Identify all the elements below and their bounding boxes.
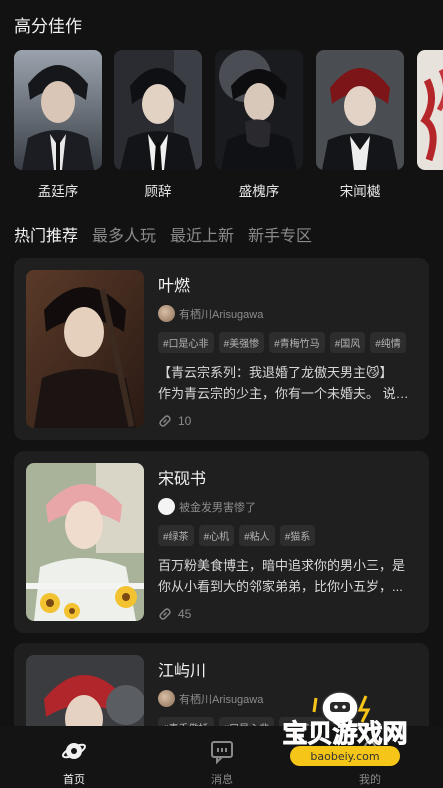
top-pick-card[interactable]: 顾辞 — [114, 50, 202, 200]
story-card[interactable]: 叶燃 有栖川Arisugawa #口是心非 #美强惨 #青梅竹马 #国风 #纯情… — [14, 258, 429, 440]
section-title: 高分佳作 — [14, 17, 82, 36]
top-pick-card[interactable]: 宋闻樾 — [316, 50, 404, 200]
card-author[interactable]: 被金发男害惨了 — [158, 498, 417, 515]
top-pick-name: 顾辞 — [144, 184, 172, 199]
card-description: 百万粉美食博主，暗中追求你的男小三，是 你从小看到大的邻家弟弟，比你小五岁，..… — [158, 555, 417, 597]
top-pick-name: 盛槐序 — [238, 184, 280, 199]
link-icon — [159, 415, 171, 427]
tab-label: 消息 — [211, 774, 233, 786]
tab-beginner[interactable]: 新手专区 — [248, 222, 312, 246]
card-title: 叶燃 — [158, 278, 191, 295]
watermark-main-text: 宝贝游戏网 — [282, 719, 407, 748]
card-cover — [26, 270, 144, 428]
top-pick-card[interactable]: 孟廷序 — [14, 50, 102, 200]
tag: #绿茶 — [158, 525, 194, 546]
description-line: 【青云宗系列：我退婚了龙傲天男主😼】 — [158, 365, 393, 380]
top-picks-carousel[interactable]: 孟廷序 顾辞 盛槐序 宋闻樾 — [14, 50, 443, 202]
tag: #纯情 — [370, 332, 406, 353]
tab-messages[interactable]: 消息 — [192, 738, 252, 787]
link-icon — [159, 608, 171, 620]
top-pick-card[interactable] — [417, 50, 443, 180]
description-line: 百万粉美食博主，暗中追求你的男小三，是 — [158, 558, 406, 573]
author-name: 有栖川Arisugawa — [179, 308, 264, 321]
count-value: 10 — [178, 414, 192, 428]
card-author[interactable]: 有栖川Arisugawa — [158, 305, 417, 322]
play-count: 45 — [158, 607, 417, 621]
count-value: 45 — [178, 607, 192, 621]
author-name: 被金发男害惨了 — [179, 501, 256, 514]
card-title: 江屿川 — [158, 663, 207, 680]
character-portrait — [417, 50, 443, 170]
card-tags: #口是心非 #美强惨 #青梅竹马 #国风 #纯情 — [158, 332, 417, 353]
tab-hot[interactable]: 热门推荐 — [14, 222, 78, 246]
play-count: 10 — [158, 414, 417, 428]
author-avatar — [158, 690, 175, 707]
message-icon — [211, 741, 233, 765]
tag: #青梅竹马 — [269, 332, 325, 353]
tag: #猫系 — [279, 525, 316, 546]
home-planet-icon — [61, 743, 87, 759]
watermark-sub-text: baobeiy.com — [310, 750, 379, 763]
tag: #粘人 — [239, 525, 275, 546]
character-portrait — [114, 50, 202, 170]
tab-label: 我的 — [359, 774, 381, 786]
description-line: 作为青云宗的少主，你有一个未婚夫。 说到... — [158, 386, 417, 401]
author-name: 有栖川Arisugawa — [179, 693, 264, 706]
tag: #美强惨 — [218, 332, 265, 353]
character-portrait — [316, 50, 404, 170]
tag: #口是心非 — [158, 332, 214, 353]
card-description: 【青云宗系列：我退婚了龙傲天男主😼】 作为青云宗的少主，你有一个未婚夫。 说到.… — [158, 362, 417, 404]
author-avatar — [158, 498, 175, 515]
card-cover — [26, 463, 144, 621]
tab-label: 首页 — [63, 774, 85, 786]
card-title: 宋砚书 — [158, 471, 207, 488]
top-pick-name: 宋闻樾 — [339, 184, 381, 199]
character-portrait — [14, 50, 102, 170]
category-tabs: 热门推荐 最多人玩 最近上新 新手专区 — [14, 222, 312, 246]
top-pick-card[interactable]: 盛槐序 — [215, 50, 303, 200]
tag: #心机 — [198, 525, 235, 546]
tab-home[interactable]: 首页 — [44, 738, 104, 787]
watermark-logo: 宝贝游戏网 baobeiy.com — [260, 688, 430, 770]
description-line: 你从小看到大的邻家弟弟，比你小五岁，... — [158, 579, 403, 594]
top-pick-name: 孟廷序 — [37, 184, 79, 199]
tab-newest[interactable]: 最近上新 — [170, 222, 234, 246]
card-tags: #绿茶 #心机 #粘人 #猫系 — [158, 525, 417, 546]
character-portrait — [215, 50, 303, 170]
tab-most-played[interactable]: 最多人玩 — [92, 222, 156, 246]
story-card[interactable]: 宋砚书 被金发男害惨了 #绿茶 #心机 #粘人 #猫系 百万粉美食博主，暗中追求… — [14, 451, 429, 633]
tag: #国风 — [329, 332, 366, 353]
author-avatar — [158, 305, 175, 322]
